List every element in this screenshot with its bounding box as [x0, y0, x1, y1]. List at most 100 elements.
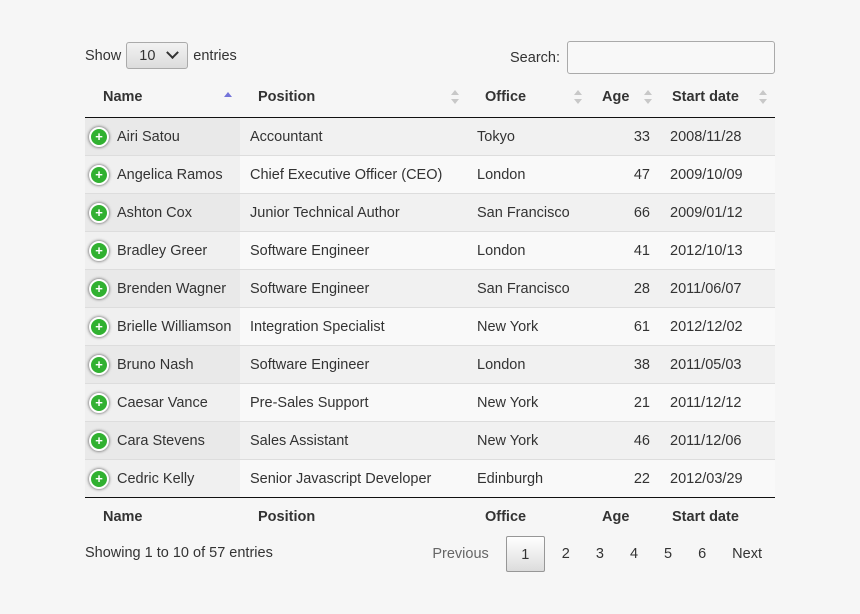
- header-row: Name Position Office Age Start date: [85, 76, 775, 118]
- cell-office: San Francisco: [467, 269, 590, 308]
- cell-age: 28: [590, 269, 660, 308]
- expand-row-icon[interactable]: +: [89, 164, 109, 185]
- column-header-office[interactable]: Office: [467, 76, 590, 118]
- page-button-1[interactable]: 1: [505, 536, 545, 572]
- table-row[interactable]: + Angelica Ramos Chief Executive Officer (…: [85, 155, 775, 194]
- cell-position: Integration Specialist: [240, 307, 467, 346]
- cell-office: London: [467, 345, 590, 384]
- search-control: Search:: [510, 41, 775, 74]
- cell-name: + Cara Stevens: [85, 421, 240, 460]
- cell-position: Junior Technical Author: [240, 193, 467, 232]
- sort-both-icon: [759, 89, 767, 104]
- data-table: Name Position Office Age Start date + Air…: [85, 76, 775, 536]
- page-button-6[interactable]: 6: [685, 536, 719, 572]
- sort-both-icon: [644, 89, 652, 104]
- cell-position: Sales Assistant: [240, 421, 467, 460]
- cell-position: Pre-Sales Support: [240, 383, 467, 422]
- table-row[interactable]: + Cara Stevens Sales Assistant New York 46 20…: [85, 421, 775, 460]
- footer-office: Office: [467, 497, 590, 536]
- cell-name: + Bruno Nash: [85, 345, 240, 384]
- page-button-5[interactable]: 5: [651, 536, 685, 572]
- table-row[interactable]: + Brielle Williamson Integration Specialis…: [85, 307, 775, 346]
- cell-start-date: 2012/10/13: [660, 231, 775, 270]
- page-button-3[interactable]: 3: [583, 536, 617, 572]
- table-row[interactable]: + Caesar Vance Pre-Sales Support New York 21…: [85, 383, 775, 422]
- table-row[interactable]: + Bradley Greer Software Engineer London 41 2…: [85, 231, 775, 270]
- cell-office: New York: [467, 383, 590, 422]
- cell-position: Senior Javascript Developer: [240, 459, 467, 498]
- sort-both-icon: [451, 89, 459, 104]
- cell-position: Software Engineer: [240, 269, 467, 308]
- table-row[interactable]: + Cedric Kelly Senior Javascript Developer…: [85, 459, 775, 498]
- cell-age: 38: [590, 345, 660, 384]
- sort-ascending-icon: [224, 90, 232, 104]
- cell-start-date: 2008/11/28: [660, 117, 775, 156]
- previous-button[interactable]: Previous: [419, 536, 501, 572]
- column-header-start-date[interactable]: Start date: [660, 76, 775, 118]
- cell-age: 22: [590, 459, 660, 498]
- cell-position: Accountant: [240, 117, 467, 156]
- expand-row-icon[interactable]: +: [89, 316, 109, 337]
- cell-start-date: 2011/12/12: [660, 383, 775, 422]
- cell-start-date: 2011/06/07: [660, 269, 775, 308]
- page-button-2[interactable]: 2: [549, 536, 583, 572]
- footer-row: Name Position Office Age Start date: [85, 497, 775, 536]
- expand-row-icon[interactable]: +: [89, 240, 109, 261]
- expand-row-icon[interactable]: +: [89, 126, 109, 147]
- cell-age: 47: [590, 155, 660, 194]
- cell-start-date: 2009/10/09: [660, 155, 775, 194]
- cell-name: + Caesar Vance: [85, 383, 240, 422]
- cell-name: + Brenden Wagner: [85, 269, 240, 308]
- table-row[interactable]: + Ashton Cox Junior Technical Author San Fr…: [85, 193, 775, 232]
- cell-office: New York: [467, 307, 590, 346]
- page-length-control: Show 10 entries: [85, 42, 237, 69]
- table-info: Showing 1 to 10 of 57 entries: [85, 545, 273, 561]
- expand-row-icon[interactable]: +: [89, 354, 109, 375]
- table-row[interactable]: + Bruno Nash Software Engineer London 38 2011…: [85, 345, 775, 384]
- entries-label: entries: [193, 47, 237, 64]
- cell-start-date: 2011/05/03: [660, 345, 775, 384]
- next-button[interactable]: Next: [719, 536, 775, 572]
- cell-age: 21: [590, 383, 660, 422]
- cell-age: 41: [590, 231, 660, 270]
- column-header-age[interactable]: Age: [590, 76, 660, 118]
- footer-name: Name: [85, 497, 240, 536]
- cell-age: 46: [590, 421, 660, 460]
- cell-start-date: 2012/12/02: [660, 307, 775, 346]
- expand-row-icon[interactable]: +: [89, 430, 109, 451]
- page-button-4[interactable]: 4: [617, 536, 651, 572]
- expand-row-icon[interactable]: +: [89, 202, 109, 223]
- cell-position: Chief Executive Officer (CEO): [240, 155, 467, 194]
- expand-row-icon[interactable]: +: [89, 392, 109, 413]
- chevron-down-icon: [166, 46, 180, 60]
- cell-position: Software Engineer: [240, 231, 467, 270]
- footer-position: Position: [240, 497, 467, 536]
- expand-row-icon[interactable]: +: [89, 278, 109, 299]
- cell-age: 33: [590, 117, 660, 156]
- column-header-position[interactable]: Position: [240, 76, 467, 118]
- cell-name: + Angelica Ramos: [85, 155, 240, 194]
- cell-name: + Ashton Cox: [85, 193, 240, 232]
- footer-start-date: Start date: [660, 497, 775, 536]
- cell-age: 66: [590, 193, 660, 232]
- cell-start-date: 2011/12/06: [660, 421, 775, 460]
- pagination: Previous 123456 Next: [419, 536, 775, 572]
- table-body: + Airi Satou Accountant Tokyo 33 2008/11/28 + A…: [85, 117, 775, 498]
- cell-position: Software Engineer: [240, 345, 467, 384]
- column-header-name[interactable]: Name: [85, 76, 240, 118]
- cell-name: + Bradley Greer: [85, 231, 240, 270]
- search-label: Search:: [510, 49, 560, 66]
- page-length-select[interactable]: 10: [126, 42, 189, 69]
- cell-office: San Francisco: [467, 193, 590, 232]
- table-row[interactable]: + Airi Satou Accountant Tokyo 33 2008/11/28: [85, 117, 775, 156]
- search-input[interactable]: [567, 41, 775, 74]
- cell-office: London: [467, 155, 590, 194]
- expand-row-icon[interactable]: +: [89, 468, 109, 489]
- cell-office: Edinburgh: [467, 459, 590, 498]
- cell-name: + Cedric Kelly: [85, 459, 240, 498]
- page-length-value: 10: [139, 47, 156, 64]
- table-row[interactable]: + Brenden Wagner Software Engineer San Fran…: [85, 269, 775, 308]
- cell-name: + Brielle Williamson: [85, 307, 240, 346]
- sort-both-icon: [574, 89, 582, 104]
- cell-office: New York: [467, 421, 590, 460]
